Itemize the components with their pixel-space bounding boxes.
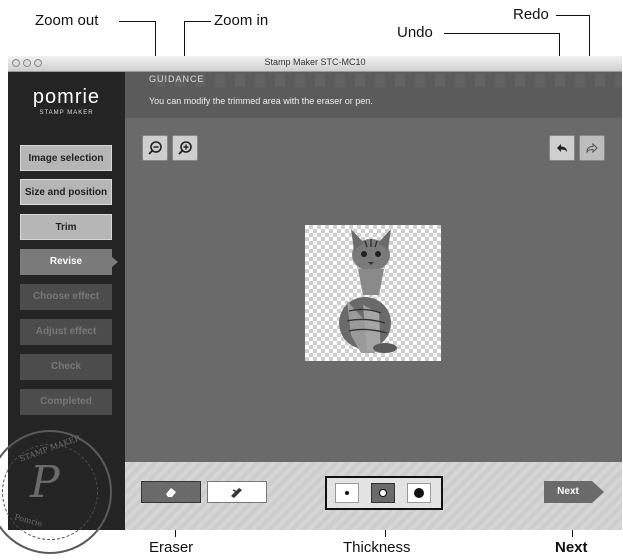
undo-button[interactable] <box>549 135 575 161</box>
eraser-button[interactable] <box>141 481 201 503</box>
next-button[interactable]: Next <box>544 481 592 503</box>
zoom-out-icon <box>148 141 162 155</box>
next-arrow-icon[interactable] <box>592 481 604 503</box>
guidance-title: GUIDANCE <box>149 74 205 84</box>
thickness-small-button[interactable] <box>335 483 359 503</box>
step-trim[interactable]: Trim <box>20 214 112 240</box>
step-revise[interactable]: Revise <box>20 249 112 275</box>
pen-button[interactable] <box>207 481 267 503</box>
small-dot-icon <box>345 491 349 495</box>
cat-photo <box>339 229 397 353</box>
app-logo: pomrie <box>32 86 101 108</box>
step-size-and-position[interactable]: Size and position <box>20 179 112 205</box>
callout-zoom-out: Zoom out <box>35 12 99 29</box>
eraser-icon <box>166 488 176 497</box>
guidance-panel: GUIDANCE You can modify the trimmed area… <box>125 72 622 118</box>
redo-button[interactable] <box>579 135 605 161</box>
step-choose-effect: Choose effect <box>20 284 112 310</box>
editing-canvas[interactable] <box>125 118 622 462</box>
window-title: Stamp Maker STC-MC10 <box>264 57 366 67</box>
leader-undo <box>444 33 560 34</box>
bottom-toolbar: Next <box>125 462 622 530</box>
callout-next: Next <box>555 539 588 556</box>
callout-redo: Redo <box>513 6 549 23</box>
current-step-arrow-icon <box>112 257 118 267</box>
thickness-medium-button[interactable] <box>371 483 395 503</box>
step-completed: Completed <box>20 389 112 415</box>
app-logo-subtitle: STAMP MAKER <box>39 110 94 116</box>
pen-icon <box>231 488 242 498</box>
step-check: Check <box>20 354 112 380</box>
guidance-text: You can modify the trimmed area with the… <box>149 96 373 106</box>
title-bar: Stamp Maker STC-MC10 <box>8 56 622 72</box>
undo-icon <box>557 144 567 152</box>
leader-zoom-out <box>119 21 156 22</box>
large-dot-icon <box>414 488 424 498</box>
seal-monogram: P <box>30 457 60 508</box>
thickness-selector <box>325 476 443 510</box>
trimmed-image[interactable] <box>305 225 441 361</box>
redo-icon <box>586 142 598 154</box>
thickness-large-button[interactable] <box>407 483 431 503</box>
step-image-selection[interactable]: Image selection <box>20 145 112 171</box>
leader-zoom-in <box>184 21 211 22</box>
zoom-out-button[interactable] <box>142 135 168 161</box>
callout-eraser: Eraser <box>149 539 194 556</box>
callout-undo: Undo <box>397 24 433 41</box>
step-adjust-effect: Adjust effect <box>20 319 112 345</box>
leader-redo <box>556 15 590 16</box>
guidance-pattern <box>145 74 622 87</box>
zoom-in-button[interactable] <box>172 135 198 161</box>
app-window: Stamp Maker STC-MC10 pomrie STAMP MAKER … <box>0 56 622 554</box>
medium-dot-icon <box>379 489 387 497</box>
zoom-in-icon <box>178 141 192 155</box>
callout-thickness: Thickness <box>343 539 411 556</box>
sidebar: pomrie STAMP MAKER Image selection Size … <box>0 72 125 554</box>
callout-zoom-in: Zoom in <box>214 12 269 29</box>
